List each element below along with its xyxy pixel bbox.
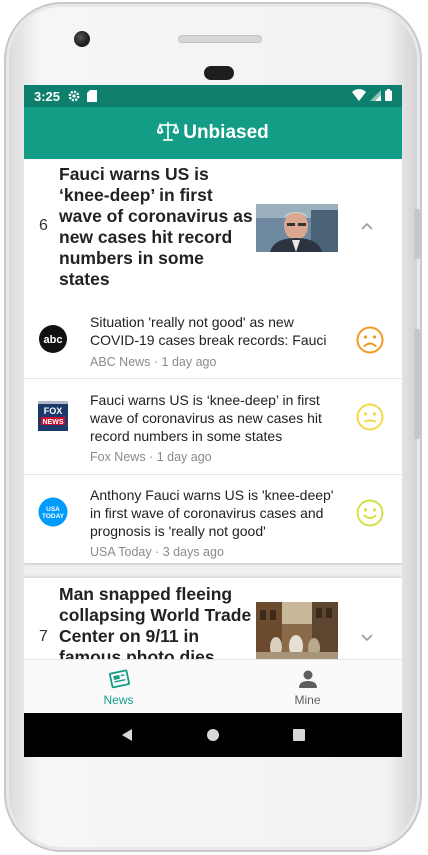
volume-button	[414, 329, 420, 439]
system-navigation-bar	[24, 713, 402, 757]
status-bar: 3:25	[24, 85, 402, 107]
story-headline: Fauci warns US is ‘knee-deep’ in first w…	[59, 164, 253, 289]
article-source: ABC News	[90, 355, 151, 369]
article-title: Fauci warns US is ‘knee-deep’ in first w…	[90, 392, 322, 444]
usa-today-logo-icon: USA TODAY	[38, 497, 68, 527]
signal-icon	[370, 89, 381, 104]
person-icon	[296, 667, 320, 691]
screen: 3:25 Unbiased 6 Fauci warns US is ‘knee-…	[24, 85, 402, 757]
front-camera	[74, 31, 90, 47]
happy-face-icon	[356, 499, 384, 527]
meta-separator: ·	[151, 545, 163, 559]
article-meta: Fox News · 1 day ago	[90, 450, 212, 464]
battery-icon	[385, 88, 392, 104]
article-source: Fox News	[90, 450, 146, 464]
tab-news[interactable]: News	[24, 660, 213, 713]
article-age: 1 day ago	[156, 450, 212, 464]
tab-news-label: News	[103, 692, 134, 707]
wifi-icon	[352, 88, 366, 104]
article-age: 1 day ago	[161, 355, 217, 369]
article-source: USA Today	[90, 545, 152, 559]
status-time: 3:25	[34, 88, 61, 104]
abc-news-logo-icon: abc	[38, 324, 68, 354]
home-icon[interactable]	[205, 727, 221, 743]
svg-text:NEWS: NEWS	[43, 419, 64, 426]
earpiece-speaker	[178, 35, 262, 43]
article-meta: USA Today · 3 days ago	[90, 545, 224, 559]
newspaper-icon	[107, 667, 131, 691]
article-row[interactable]: abc Situation 'really not good' as new C…	[24, 299, 402, 379]
svg-text:TODAY: TODAY	[42, 513, 65, 520]
sad-face-icon	[356, 326, 384, 354]
article-meta: ABC News · 1 day ago	[90, 355, 216, 369]
proximity-sensor	[204, 66, 234, 80]
svg-text:FOX: FOX	[44, 406, 63, 416]
story-rank: 6	[39, 217, 48, 234]
back-icon[interactable]	[119, 727, 135, 743]
app-title: Unbiased	[183, 122, 269, 143]
sd-card-icon	[86, 90, 98, 102]
article-age: 3 days ago	[162, 545, 224, 559]
article-title: Anthony Fauci warns US is 'knee-deep' in…	[90, 487, 334, 539]
fox-news-logo-icon: FOX NEWS	[38, 401, 68, 431]
article-title: Situation 'really not good' as new COVID…	[90, 314, 327, 348]
recents-icon[interactable]	[291, 727, 307, 743]
bottom-navigation: News Mine	[24, 659, 402, 713]
story-rank: 7	[39, 628, 48, 645]
tab-mine-label: Mine	[294, 692, 321, 707]
story-header[interactable]: 7 Man snapped fleeing collapsing World T…	[24, 578, 402, 659]
neutral-face-icon	[356, 403, 384, 431]
story-card: 7 Man snapped fleeing collapsing World T…	[24, 578, 402, 659]
story-card: 6 Fauci warns US is ‘knee-deep’ in first…	[24, 159, 402, 563]
article-row[interactable]: FOX NEWS Fauci warns US is ‘knee-deep’ i…	[24, 379, 402, 475]
chevron-down-icon[interactable]	[360, 630, 376, 646]
tab-mine[interactable]: Mine	[213, 660, 402, 713]
chevron-up-icon[interactable]	[360, 219, 376, 235]
app-bar: Unbiased	[24, 107, 402, 159]
story-header[interactable]: 6 Fauci warns US is ‘knee-deep’ in first…	[24, 159, 402, 299]
story-thumbnail	[256, 204, 338, 252]
power-button	[414, 209, 420, 259]
scales-logo-icon	[156, 120, 180, 147]
story-list[interactable]: 6 Fauci warns US is ‘knee-deep’ in first…	[24, 159, 402, 659]
article-row[interactable]: USA TODAY Anthony Fauci warns US is 'kne…	[24, 475, 402, 563]
svg-text:abc: abc	[44, 334, 63, 346]
story-headline: Man snapped fleeing collapsing World Tra…	[59, 584, 252, 659]
story-thumbnail	[256, 602, 338, 659]
settings-icon	[68, 90, 80, 102]
meta-separator: ·	[150, 355, 162, 369]
svg-text:USA: USA	[46, 506, 60, 513]
meta-separator: ·	[145, 450, 157, 464]
